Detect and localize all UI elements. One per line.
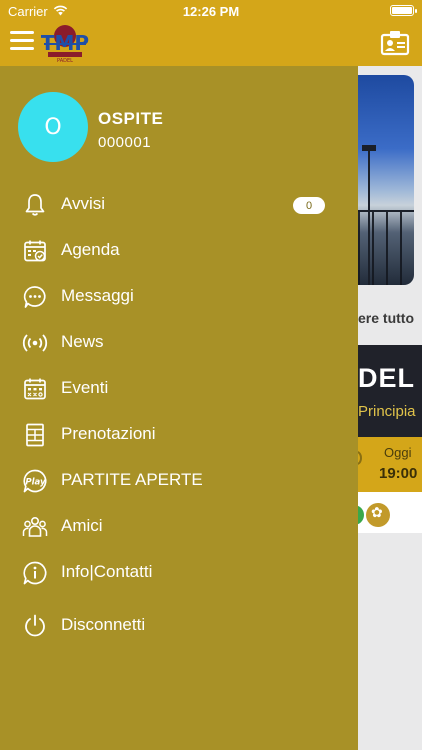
- status-bar: Carrier 12:26 PM: [0, 0, 422, 22]
- notification-badge: 0: [293, 197, 325, 214]
- menu-label: PARTITE APERTE: [61, 470, 203, 489]
- svg-text:PADEL: PADEL: [57, 58, 73, 64]
- event-card[interactable]: DEL Principia Oggi 19:00: [358, 345, 422, 533]
- group-icon: [22, 514, 48, 540]
- menu-item-avvisi[interactable]: Avvisi 0: [0, 186, 358, 226]
- info-bubble-icon: [22, 560, 48, 586]
- menu-label: Disconnetti: [61, 615, 146, 634]
- event-day: Oggi: [384, 445, 412, 460]
- app-header: TMP PADEL: [0, 22, 422, 66]
- clock: 12:26 PM: [182, 4, 240, 19]
- menu-item-info-contatti[interactable]: Info|Contatti: [0, 554, 358, 594]
- event-card-title: DEL: [358, 363, 415, 393]
- menu-label: Messaggi: [61, 286, 134, 305]
- profile-code: 000001: [98, 134, 152, 151]
- status-dot: [358, 505, 364, 525]
- event-card-date: Oggi 19:00: [358, 437, 422, 492]
- hamburger-menu-icon[interactable]: [10, 31, 34, 53]
- menu-label: Avvisi: [61, 194, 106, 213]
- avatar[interactable]: O: [18, 92, 88, 162]
- calendar-grid-icon: [22, 376, 48, 402]
- side-drawer: O OSPITE 000001 Avvisi 0 Agenda Messaggi…: [0, 66, 358, 750]
- menu-item-eventi[interactable]: Eventi: [0, 370, 358, 410]
- court-icon: [22, 422, 48, 448]
- club-logo: TMP PADEL: [40, 22, 90, 64]
- svg-text:Play: Play: [25, 478, 46, 488]
- ball-icon: [358, 451, 362, 465]
- menu-label: Agenda: [61, 240, 120, 259]
- menu-label: Info|Contatti: [61, 562, 153, 581]
- banner-image[interactable]: [358, 75, 414, 285]
- broadcast-icon: [22, 330, 48, 356]
- calendar-check-icon: [22, 238, 48, 264]
- menu-item-news[interactable]: News: [0, 324, 358, 364]
- menu-label: Eventi: [61, 378, 109, 397]
- menu-label: Amici: [61, 516, 103, 535]
- menu-item-disconnetti[interactable]: Disconnetti: [0, 607, 358, 647]
- see-all-link[interactable]: ere tutto: [358, 310, 414, 326]
- play-badge-icon: Play: [22, 468, 48, 494]
- menu-item-agenda[interactable]: Agenda: [0, 232, 358, 272]
- menu-item-amici[interactable]: Amici: [0, 508, 358, 548]
- id-card-icon[interactable]: [380, 30, 410, 56]
- menu-item-partite-aperte[interactable]: Play PARTITE APERTE: [0, 462, 358, 502]
- profile-name: OSPITE: [98, 109, 164, 128]
- menu-item-prenotazioni[interactable]: Prenotazioni: [0, 416, 358, 456]
- background-page[interactable]: ere tutto DEL Principia Oggi 19:00: [358, 66, 422, 750]
- power-icon: [22, 613, 48, 639]
- menu-label: Prenotazioni: [61, 424, 156, 443]
- menu-label: News: [61, 332, 104, 351]
- player-avatar-icon: [366, 503, 390, 527]
- menu-item-messaggi[interactable]: Messaggi: [0, 278, 358, 318]
- chat-bubble-icon: [22, 284, 48, 310]
- event-time: 19:00: [379, 465, 418, 482]
- bell-icon: [22, 192, 48, 218]
- event-card-subtitle: Principia: [358, 403, 416, 420]
- svg-text:TMP: TMP: [41, 31, 89, 55]
- event-card-header: DEL Principia: [358, 345, 422, 437]
- battery-icon: [390, 5, 417, 16]
